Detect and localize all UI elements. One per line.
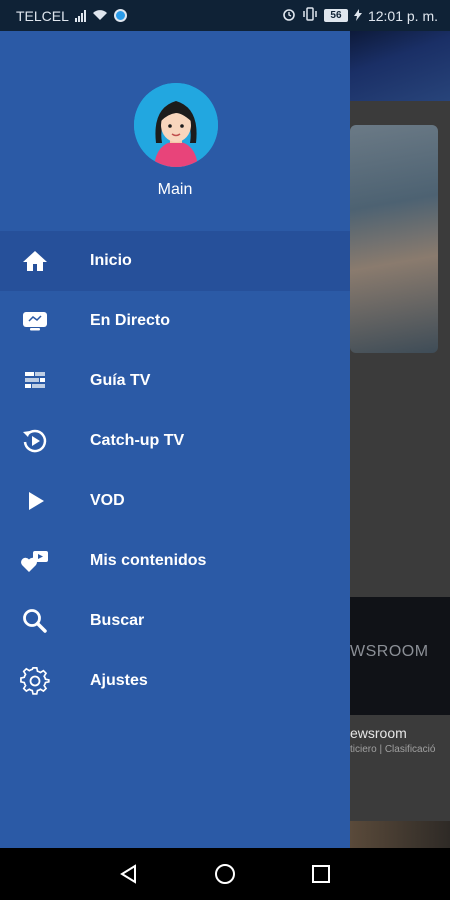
battery-indicator: 56: [323, 9, 348, 22]
avatar-girl-icon: [134, 83, 218, 167]
home-circle-icon[interactable]: [210, 859, 240, 889]
status-left: TELCEL: [16, 8, 127, 24]
menu-item-label: Catch-up TV: [90, 432, 185, 449]
avatar[interactable]: [134, 83, 218, 167]
menu-item-label: Mis contenidos: [90, 552, 207, 569]
profile-name: Main: [157, 181, 193, 198]
recents-icon[interactable]: [306, 859, 336, 889]
profile-header: Main: [0, 31, 350, 231]
back-icon[interactable]: [114, 859, 144, 889]
vibrate-icon: [302, 7, 318, 24]
guide-icon: [20, 366, 50, 396]
gear-icon: [20, 666, 50, 696]
status-bar: TELCEL 56 12:01 p. m.: [0, 0, 450, 31]
home-icon: [20, 246, 50, 276]
menu-item-catch-up-tv[interactable]: Catch-up TV: [0, 411, 350, 471]
menu-item-ajustes[interactable]: Ajustes: [0, 651, 350, 711]
wifi-icon: [92, 8, 108, 24]
drawer-menu: Inicio En Directo Guía TV Catch-up TV VO…: [0, 231, 350, 711]
menu-item-label: Inicio: [90, 252, 132, 269]
heart-icon: [20, 546, 50, 576]
app-notification-icon: [113, 9, 127, 22]
menu-item-vod[interactable]: VOD: [0, 471, 350, 531]
clock-label: 12:01 p. m.: [367, 7, 438, 24]
signal-icon: [74, 9, 86, 22]
menu-item-guia-tv[interactable]: Guía TV: [0, 351, 350, 411]
background-card-title: ewsroom: [350, 725, 407, 741]
menu-item-label: En Directo: [90, 312, 171, 329]
menu-item-mis-contenidos[interactable]: Mis contenidos: [0, 531, 350, 591]
background-card-logo: WSROOM: [350, 643, 429, 660]
menu-item-label: Ajustes: [90, 672, 148, 689]
search-icon: [20, 606, 50, 636]
background-strip: [350, 821, 450, 848]
replay-icon: [20, 426, 50, 456]
system-nav-bar: [0, 848, 450, 900]
menu-item-label: VOD: [90, 492, 125, 509]
background-card-meta: ticiero | Clasificació: [350, 744, 436, 755]
menu-item-inicio[interactable]: Inicio: [0, 231, 350, 291]
status-right: 56 12:01 p. m.: [282, 7, 438, 24]
tv-icon: [20, 306, 50, 336]
menu-item-label: Guía TV: [90, 372, 151, 389]
carrier-label: TELCEL: [16, 7, 69, 24]
navigation-drawer: Main Inicio En Directo Guía TV Catch-up …: [0, 31, 350, 848]
charging-icon: [353, 8, 362, 24]
menu-item-buscar[interactable]: Buscar: [0, 591, 350, 651]
alarm-icon: [282, 7, 296, 24]
background-banner: [350, 31, 450, 101]
menu-item-label: Buscar: [90, 612, 145, 629]
play-icon: [20, 486, 50, 516]
menu-item-en-directo[interactable]: En Directo: [0, 291, 350, 351]
background-poster: [350, 125, 438, 353]
